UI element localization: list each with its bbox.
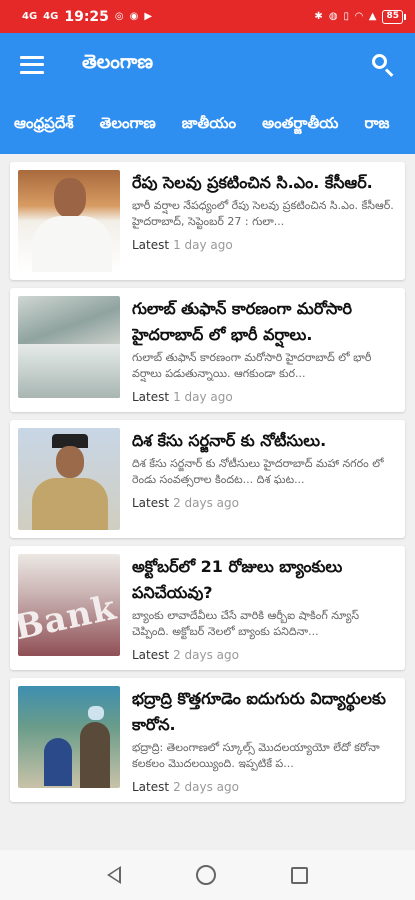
news-time: 1 day ago (173, 390, 233, 404)
news-snippet: గులాబ్ తుఫాన్ కారణంగా మరోసారి హైదరాబాద్ … (132, 351, 372, 380)
news-card[interactable]: భద్రాద్రి కొత్తగూడెం ఐదుగురు విద్యార్థుల… (10, 678, 405, 802)
news-thumbnail (18, 170, 120, 272)
system-nav-bar (0, 850, 415, 900)
news-title: రేపు సెలవు ప్రకటించిన సి.ఎం. కేసీఆర్. (132, 173, 373, 192)
cell-signal-icon: ▲ (368, 10, 377, 22)
news-card[interactable]: Bank అక్టోబర్‌లో 21 రోజులు బ్యాంకులు పని… (10, 546, 405, 670)
news-title: భద్రాద్రి కొత్తగూడెం ఐదుగురు విద్యార్థుల… (132, 689, 386, 734)
vibrate-icon: ▯ (343, 10, 350, 22)
messenger-icon: ◉ (129, 10, 139, 22)
signal-icon-2: 4G (43, 10, 59, 22)
signal-icon: 4G (22, 10, 38, 22)
news-time: 2 days ago (173, 496, 239, 510)
news-snippet: బ్యాంకు లావాదేవీలు చేసే వారికి ఆర్బీఐ షా… (132, 609, 360, 638)
news-tag: Latest (132, 780, 170, 794)
news-title: దిశ కేసు సర్జనార్ కు నోటీసులు. (132, 431, 327, 450)
bluetooth-icon: ✱ (314, 10, 323, 22)
tab-telangana[interactable]: తెలంగాణ (100, 114, 156, 136)
news-feed: రేపు సెలవు ప్రకటించిన సి.ఎం. కేసీఆర్. భా… (0, 154, 415, 850)
category-tabs: ఆంధ్రప్రదేశ్ తెలంగాణ జాతీయం అంతర్జాతీయ ర… (0, 96, 415, 154)
news-tag: Latest (132, 390, 170, 404)
news-card[interactable]: దిశ కేసు సర్జనార్ కు నోటీసులు. దిశ కేసు … (10, 420, 405, 538)
news-card[interactable]: గులాబ్ తుఫాన్ కారణంగా మరోసారి హైదరాబాద్ … (10, 288, 405, 412)
news-time: 2 days ago (173, 648, 239, 662)
home-icon[interactable] (195, 865, 216, 885)
news-thumbnail (18, 686, 120, 788)
search-icon[interactable] (371, 53, 395, 77)
menu-icon[interactable] (20, 55, 44, 74)
news-time: 2 days ago (173, 780, 239, 794)
back-icon[interactable] (107, 866, 122, 884)
news-tag: Latest (132, 238, 170, 252)
news-thumbnail: Bank (18, 554, 120, 656)
status-right: ✱ ◍ ▯ ◠ ▲ 85 (314, 9, 406, 24)
status-bar: 4G 4G 19:25 ◎ ◉ ▶ ✱ ◍ ▯ ◠ ▲ 85 (0, 0, 415, 33)
app-bar: తెలంగాణ (0, 33, 415, 96)
battery-icon: 85 (382, 9, 406, 24)
page-title: తెలంగాణ (82, 51, 154, 73)
wifi-icon: ◠ (355, 10, 363, 22)
news-title: గులాబ్ తుఫాన్ కారణంగా మరోసారి హైదరాబాద్ … (132, 299, 353, 344)
youtube-icon: ▶ (144, 10, 153, 22)
whatsapp-icon: ◎ (114, 10, 124, 22)
news-thumbnail (18, 296, 120, 398)
news-snippet: భద్రాద్రి: తెలంగాణలో స్కూల్స్ మొదలయ్యాయో… (132, 741, 380, 770)
tab-andhra-pradesh[interactable]: ఆంధ్రప్రదేశ్ (14, 114, 74, 136)
news-snippet: భారీ వర్షాల నేపధ్యంలో రేపు సెలవు ప్రకటిం… (132, 199, 394, 228)
status-time: 19:25 (64, 8, 109, 25)
news-time: 1 day ago (173, 238, 233, 252)
news-tag: Latest (132, 496, 170, 510)
tab-politics[interactable]: రాజ (364, 114, 389, 136)
news-title: అక్టోబర్‌లో 21 రోజులు బ్యాంకులు పనిచేయవు… (132, 557, 343, 602)
news-snippet: దిశ కేసు సర్జనార్ కు నోటీసులు హైదరాబాద్ … (132, 457, 384, 486)
recent-apps-icon[interactable] (290, 866, 308, 884)
status-left: 4G 4G 19:25 ◎ ◉ ▶ (22, 9, 152, 25)
news-card[interactable]: రేపు సెలవు ప్రకటించిన సి.ఎం. కేసీఆర్. భా… (10, 162, 405, 280)
tab-international[interactable]: అంతర్జాతీయ (262, 114, 338, 136)
bank-word: Bank (18, 587, 120, 649)
news-tag: Latest (132, 648, 170, 662)
tab-national[interactable]: జాతీయం (182, 114, 236, 136)
news-thumbnail (18, 428, 120, 530)
alarm-icon: ◍ (328, 10, 338, 22)
